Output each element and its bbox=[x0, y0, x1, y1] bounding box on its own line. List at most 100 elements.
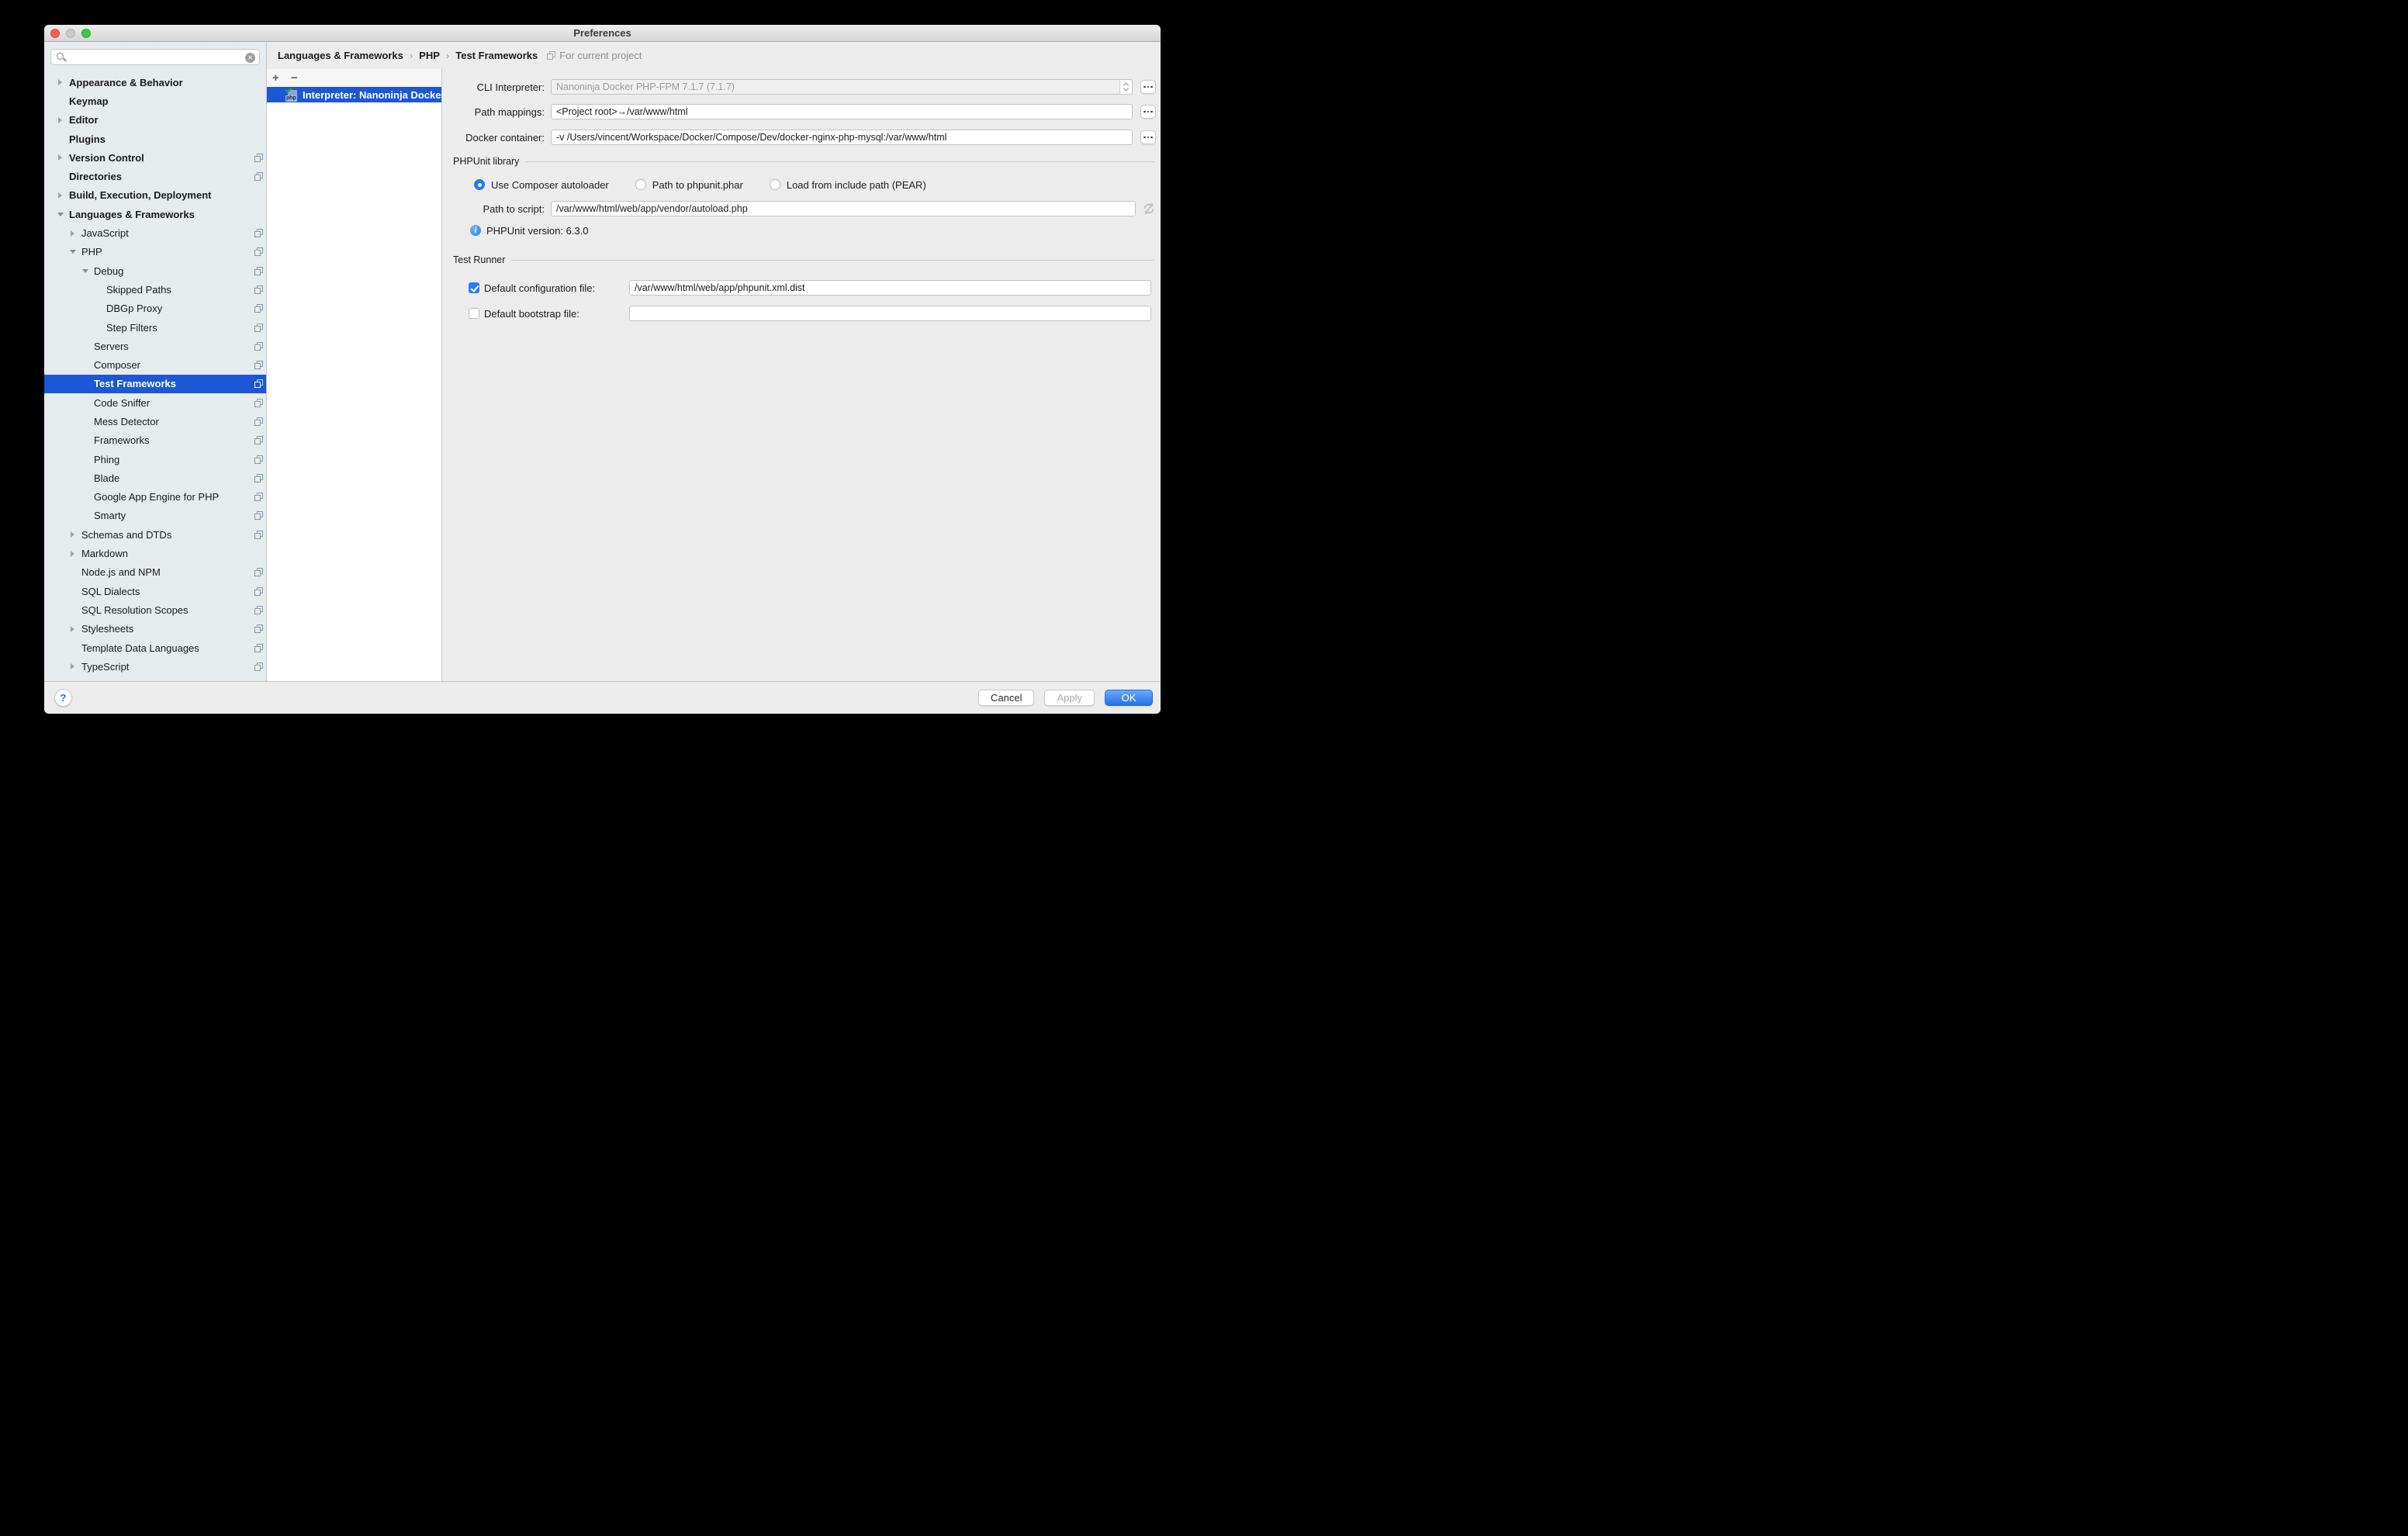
default-bootstrap-file-label: Default bootstrap file: bbox=[484, 308, 629, 320]
chevron-right-icon[interactable] bbox=[57, 154, 69, 161]
sidebar-item-frameworks[interactable]: Frameworks bbox=[44, 431, 266, 450]
radio-use-composer-autoloader[interactable]: Use Composer autoloader bbox=[474, 179, 609, 191]
phpunit-version-row: i PHPUnit version: 6.3.0 bbox=[470, 223, 1156, 237]
sidebar-item-sql-dialects[interactable]: SQL Dialects bbox=[44, 582, 266, 600]
chevron-down-icon[interactable] bbox=[57, 210, 69, 218]
per-project-icon bbox=[254, 417, 263, 426]
per-project-icon bbox=[254, 606, 263, 614]
checkmark-icon bbox=[285, 87, 292, 93]
chevron-right-icon[interactable] bbox=[69, 550, 81, 558]
sidebar-item-phing[interactable]: Phing bbox=[44, 450, 266, 469]
default-bootstrap-file-field[interactable] bbox=[629, 306, 1151, 321]
sidebar-item-blade[interactable]: Blade bbox=[44, 469, 266, 487]
chevron-right-icon[interactable] bbox=[57, 116, 69, 124]
phpunit-version-text: PHPUnit version: 6.3.0 bbox=[486, 225, 589, 237]
per-project-icon bbox=[254, 304, 263, 313]
chevron-right-icon[interactable] bbox=[57, 78, 69, 86]
per-project-icon bbox=[254, 342, 263, 351]
interpreter-list-item[interactable]: php Interpreter: Nanoninja Docker bbox=[267, 87, 441, 102]
sidebar-item-composer[interactable]: Composer bbox=[44, 355, 266, 374]
sidebar-item-stylesheets[interactable]: Stylesheets bbox=[44, 620, 266, 638]
sidebar-item-markdown[interactable]: Markdown bbox=[44, 544, 266, 562]
scope-label: For current project bbox=[559, 50, 642, 61]
sidebar-item-version-control[interactable]: Version Control bbox=[44, 148, 266, 167]
sidebar-item-nodejs-and-npm[interactable]: Node.js and NPM bbox=[44, 563, 266, 582]
stepper-icon[interactable] bbox=[1119, 80, 1132, 94]
docker-container-field[interactable]: -v /Users/vincent/Workspace/Docker/Compo… bbox=[551, 130, 1133, 145]
per-project-icon bbox=[254, 644, 263, 652]
sidebar-item-javascript[interactable]: JavaScript bbox=[44, 223, 266, 242]
search-input[interactable] bbox=[70, 51, 242, 63]
sidebar-item-languages-frameworks[interactable]: Languages & Frameworks bbox=[44, 205, 266, 223]
sidebar-item-step-filters[interactable]: Step Filters bbox=[44, 318, 266, 337]
radio-selected-icon[interactable] bbox=[474, 179, 485, 190]
settings-sidebar: ✕ Appearance & Behavior Keymap Editor Pl… bbox=[44, 42, 267, 681]
sidebar-item-smarty[interactable]: Smarty bbox=[44, 507, 266, 525]
chevron-right-icon[interactable] bbox=[69, 625, 81, 633]
path-mappings-browse-button[interactable] bbox=[1140, 105, 1156, 119]
sidebar-item-template-data-languages[interactable]: Template Data Languages bbox=[44, 638, 266, 657]
sidebar-item-directories[interactable]: Directories bbox=[44, 167, 266, 185]
breadcrumb-languages-frameworks[interactable]: Languages & Frameworks bbox=[278, 50, 403, 61]
sidebar-item-code-sniffer[interactable]: Code Sniffer bbox=[44, 393, 266, 412]
chevron-right-icon[interactable] bbox=[69, 662, 81, 670]
sidebar-item-mess-detector[interactable]: Mess Detector bbox=[44, 412, 266, 431]
docker-container-label: Docker container: bbox=[453, 132, 545, 144]
reload-icon bbox=[1142, 202, 1156, 216]
section-divider bbox=[511, 260, 1154, 261]
per-project-icon bbox=[254, 361, 263, 369]
docker-container-browse-button[interactable] bbox=[1140, 130, 1156, 144]
default-configuration-file-field[interactable]: /var/www/html/web/app/phpunit.xml.dist bbox=[629, 280, 1151, 296]
default-bootstrap-file-checkbox[interactable] bbox=[469, 308, 479, 319]
title-bar[interactable]: Preferences bbox=[44, 25, 1161, 42]
sidebar-item-typescript[interactable]: TypeScript bbox=[44, 657, 266, 676]
cli-interpreter-browse-button[interactable] bbox=[1140, 80, 1156, 94]
add-interpreter-button[interactable]: + bbox=[272, 69, 291, 87]
sidebar-item-test-frameworks[interactable]: Test Frameworks bbox=[44, 375, 266, 393]
cli-interpreter-select[interactable]: Nanoninja Docker PHP-FPM 7.1.7 (7.1.7) bbox=[551, 79, 1133, 95]
path-mappings-field[interactable]: <Project root>→/var/www/html bbox=[551, 104, 1133, 119]
chevron-down-icon[interactable] bbox=[69, 248, 81, 256]
per-project-icon bbox=[547, 51, 555, 60]
sidebar-item-google-app-engine-for-php[interactable]: Google App Engine for PHP bbox=[44, 488, 266, 507]
sidebar-item-sql-resolution-scopes[interactable]: SQL Resolution Scopes bbox=[44, 600, 266, 619]
chevron-down-icon[interactable] bbox=[81, 267, 94, 275]
radio-path-to-phpunit-phar[interactable]: Path to phpunit.phar bbox=[635, 179, 743, 191]
php-interpreter-icon: php bbox=[285, 88, 299, 102]
docker-container-row: Docker container: -v /Users/vincent/Work… bbox=[453, 129, 1156, 146]
settings-search-box[interactable]: ✕ bbox=[50, 49, 260, 65]
sidebar-item-debug[interactable]: Debug bbox=[44, 261, 266, 280]
sidebar-item-dbgp-proxy[interactable]: DBGp Proxy bbox=[44, 299, 266, 318]
radio-load-from-include-path[interactable]: Load from include path (PEAR) bbox=[770, 179, 926, 191]
sidebar-item-editor[interactable]: Editor bbox=[44, 111, 266, 130]
default-configuration-file-row: Default configuration file: /var/www/htm… bbox=[453, 278, 1156, 297]
sidebar-item-plugins[interactable]: Plugins bbox=[44, 130, 266, 148]
ok-button[interactable]: OK bbox=[1105, 690, 1153, 706]
sidebar-item-servers[interactable]: Servers bbox=[44, 337, 266, 355]
radio-unselected-icon[interactable] bbox=[635, 179, 646, 190]
default-configuration-file-checkbox[interactable] bbox=[469, 282, 479, 293]
remove-interpreter-button[interactable]: − bbox=[291, 69, 310, 87]
sidebar-item-php[interactable]: PHP bbox=[44, 243, 266, 261]
radio-unselected-icon[interactable] bbox=[770, 179, 780, 190]
per-project-icon bbox=[254, 568, 263, 576]
sidebar-item-skipped-paths[interactable]: Skipped Paths bbox=[44, 280, 266, 299]
interpreter-label: Interpreter: Nanoninja Docker bbox=[303, 89, 445, 101]
breadcrumb-php[interactable]: PHP bbox=[419, 50, 440, 61]
breadcrumb-separator: › bbox=[446, 50, 449, 61]
help-button[interactable]: ? bbox=[54, 689, 72, 707]
chevron-right-icon[interactable] bbox=[69, 230, 81, 237]
cancel-button[interactable]: Cancel bbox=[978, 690, 1034, 706]
path-to-script-field[interactable]: /var/www/html/web/app/vendor/autoload.ph… bbox=[551, 201, 1136, 216]
phpunit-library-section: PHPUnit library bbox=[453, 155, 1156, 168]
chevron-right-icon[interactable] bbox=[57, 192, 69, 199]
sidebar-item-build-execution-deployment[interactable]: Build, Execution, Deployment bbox=[44, 186, 266, 205]
dialog-footer: ? Cancel Apply OK bbox=[44, 681, 1161, 714]
path-mappings-label: Path mappings: bbox=[453, 106, 545, 118]
footer-buttons: Cancel Apply OK bbox=[978, 690, 1153, 706]
sidebar-item-keymap[interactable]: Keymap bbox=[44, 92, 266, 110]
sidebar-item-appearance-behavior[interactable]: Appearance & Behavior bbox=[44, 73, 266, 92]
sidebar-item-schemas-and-dtds[interactable]: Schemas and DTDs bbox=[44, 525, 266, 544]
chevron-right-icon[interactable] bbox=[69, 531, 81, 538]
clear-search-icon[interactable]: ✕ bbox=[245, 53, 255, 63]
